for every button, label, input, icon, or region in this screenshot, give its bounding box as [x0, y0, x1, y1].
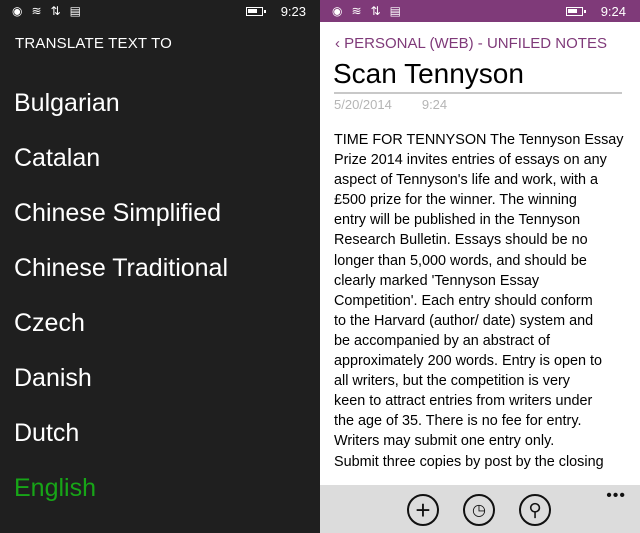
- language-item[interactable]: Chinese Traditional: [0, 241, 320, 296]
- language-item[interactable]: Chinese Simplified: [0, 186, 320, 241]
- note-line: Prize 2014 invites entries of essays on …: [334, 152, 607, 169]
- more-button[interactable]: •••: [606, 487, 626, 505]
- note-panel: ◉ ≋ ⇅ ▤ 9:24 ‹ PERSONAL (WEB) - UNFILED …: [320, 0, 640, 533]
- battery-icon: [565, 6, 586, 16]
- add-button[interactable]: +: [407, 494, 439, 526]
- message-icon: ▤: [389, 4, 401, 18]
- note-line: entry will be published in the Tennyson: [334, 212, 581, 229]
- note-line: TIME FOR TENNYSON The Tennyson Essay: [334, 132, 624, 148]
- note-line: approximately 200 words. Entry is open t…: [334, 353, 602, 370]
- note-line: keen to attract entries from writers und…: [334, 393, 593, 410]
- language-item-selected[interactable]: English: [0, 461, 320, 516]
- app-bar: + ◷ ⚲ •••: [320, 485, 640, 533]
- note-time: 9:24: [421, 97, 448, 112]
- note-line: aspect of Tennyson's life and work, with…: [334, 172, 599, 189]
- language-item[interactable]: Bulgarian: [0, 76, 320, 131]
- status-bar: ◉ ≋ ⇅ ▤ 9:23: [0, 0, 320, 22]
- notification-icon: ◉: [332, 4, 343, 18]
- search-icon: ⚲: [528, 499, 542, 520]
- divider: [334, 92, 622, 94]
- status-bar: ◉ ≋ ⇅ ▤ 9:24: [320, 0, 640, 22]
- translate-panel: ◉ ≋ ⇅ ▤ 9:23 TRANSLATE TEXT TO Bulgarian…: [0, 0, 320, 533]
- note-line: Research Bulletin. Essays should be no: [334, 232, 588, 249]
- breadcrumb[interactable]: ‹ PERSONAL (WEB) - UNFILED NOTES: [335, 35, 640, 52]
- language-item[interactable]: Catalan: [0, 131, 320, 186]
- note-line: clearly marked 'Tennyson Essay: [334, 272, 540, 289]
- note-line: be accompanied by an abstract of: [334, 332, 550, 349]
- note-date: 5/20/2014: [334, 97, 392, 112]
- search-button[interactable]: ⚲: [519, 494, 551, 526]
- note-body[interactable]: TIME FOR TENNYSON The Tennyson Essay Priz…: [334, 130, 640, 472]
- language-list: Bulgarian Catalan Chinese Simplified Chi…: [0, 76, 320, 516]
- data-icon: ⇅: [370, 4, 381, 18]
- note-line: Submit three copies by post by the closi…: [334, 453, 604, 470]
- note-line: the age of 35. There is no fee for entry…: [334, 413, 582, 430]
- data-icon: ⇅: [50, 4, 61, 18]
- clock-icon: ◷: [472, 502, 486, 519]
- note-line: to the Harvard (author/ date) system and: [334, 312, 594, 329]
- plus-icon: +: [415, 495, 431, 525]
- clock: 9:24: [600, 3, 626, 19]
- wifi-icon: ≋: [31, 4, 42, 18]
- note-line: Competition'. Each entry should conform: [334, 292, 593, 309]
- language-item[interactable]: Czech: [0, 296, 320, 351]
- page-title: TRANSLATE TEXT TO: [15, 35, 173, 52]
- note-line: all writers, but the competition is very: [334, 373, 570, 390]
- notification-icon: ◉: [12, 4, 23, 18]
- recent-button[interactable]: ◷: [463, 494, 495, 526]
- language-item[interactable]: Danish: [0, 351, 320, 406]
- note-line: Writers may submit one entry only.: [334, 433, 555, 450]
- message-icon: ▤: [69, 4, 81, 18]
- clock: 9:23: [280, 3, 306, 19]
- note-line: £500 prize for the winner. The winning: [334, 192, 577, 209]
- language-item[interactable]: Dutch: [0, 406, 320, 461]
- battery-icon: [245, 6, 266, 16]
- note-line: longer than 5,000 words, and should be: [334, 252, 587, 269]
- wifi-icon: ≋: [351, 4, 362, 18]
- note-title[interactable]: Scan Tennyson: [333, 58, 640, 90]
- note-meta: 5/20/2014 9:24: [334, 97, 640, 112]
